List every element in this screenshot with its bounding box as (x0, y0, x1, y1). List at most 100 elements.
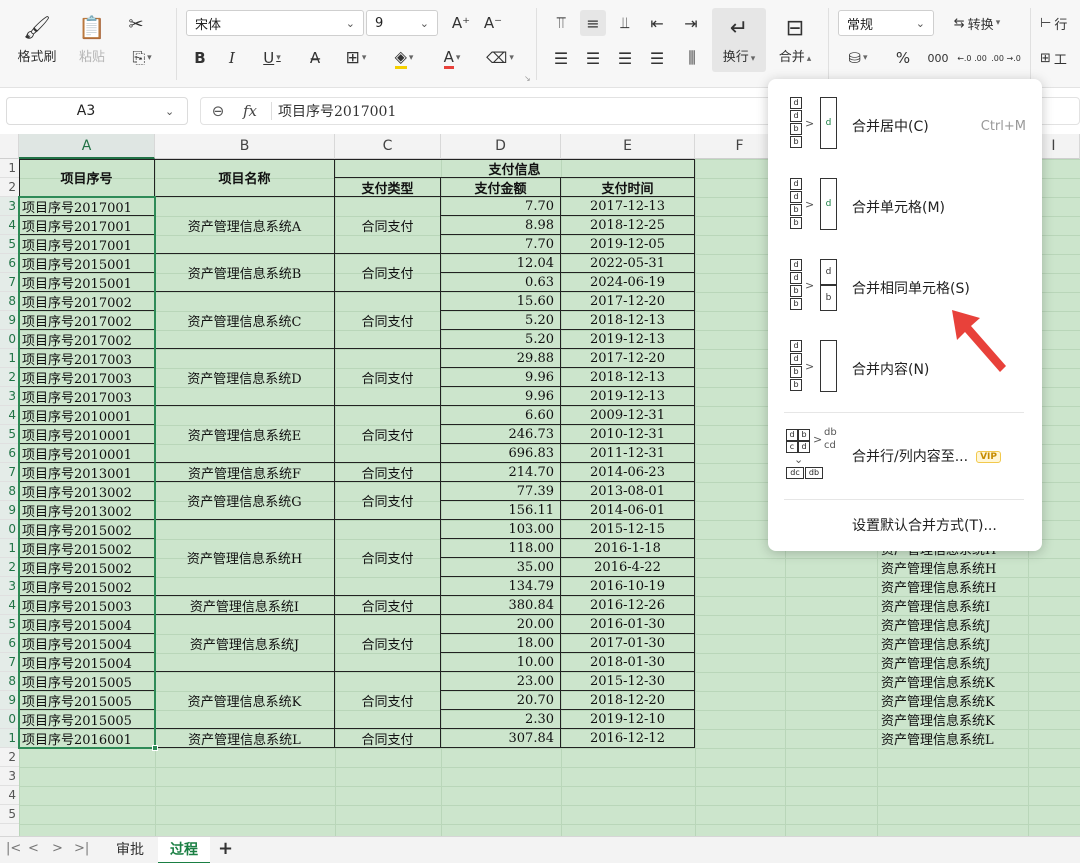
merged-cell[interactable]: 资产管理信息系统J (155, 615, 335, 672)
table-cell[interactable]: 23.00 (441, 672, 561, 691)
menu-item-merge-center[interactable]: d d b b > d 合并居中(C) Ctrl+M (768, 93, 1042, 159)
table-cell[interactable]: 2018-12-20 (561, 691, 695, 710)
strikethrough-button[interactable]: A̶ (300, 44, 330, 72)
paste-button[interactable]: 📋 粘贴 (66, 10, 118, 70)
decrease-indent-button[interactable]: ⇤ (644, 10, 670, 36)
row-header[interactable]: 5 (0, 805, 19, 824)
table-cell[interactable]: 项目序号2015005 (19, 691, 155, 710)
number-format-select[interactable]: 常规 ⌄ (838, 10, 934, 36)
row-header[interactable]: 8 (0, 482, 19, 501)
row-header[interactable]: 3 (0, 767, 19, 786)
row-header[interactable]: 4 (0, 786, 19, 805)
merged-cell[interactable]: 合同支付 (335, 596, 441, 615)
table-cell[interactable]: 2010-12-31 (561, 425, 695, 444)
tab-shenpi[interactable]: 审批 (104, 837, 156, 863)
header-cell[interactable]: 支付时间 (561, 178, 695, 197)
table-cell[interactable]: 资产管理信息系统K (878, 691, 1028, 710)
table-cell[interactable]: 2016-1-18 (561, 539, 695, 558)
merged-cell[interactable]: 合同支付 (335, 615, 441, 672)
merged-cell[interactable]: 资产管理信息系统B (155, 254, 335, 292)
row-header[interactable]: 6 (0, 634, 19, 653)
table-cell[interactable]: 134.79 (441, 577, 561, 596)
align-center-button[interactable]: ☰ (580, 44, 606, 72)
row-header[interactable]: 2 (0, 178, 19, 197)
merge-button[interactable]: ⊟ 合并 ▴ (768, 8, 822, 72)
table-cell[interactable]: 资产管理信息系统K (878, 672, 1028, 691)
table-cell[interactable]: 资产管理信息系统H (878, 558, 1028, 577)
table-cell[interactable]: 156.11 (441, 501, 561, 520)
justify-button[interactable]: ☰ (644, 44, 670, 72)
row-col-button[interactable]: ⊢ 行 (1040, 10, 1080, 36)
header-cell[interactable]: 项目序号 (19, 159, 155, 197)
table-cell[interactable]: 2016-12-26 (561, 596, 695, 615)
row-header[interactable]: 1 (0, 539, 19, 558)
table-cell[interactable]: 2024-06-19 (561, 273, 695, 292)
row-header[interactable]: 0 (0, 710, 19, 729)
merged-cell[interactable]: 资产管理信息系统G (155, 482, 335, 520)
row-header[interactable]: 8 (0, 292, 19, 311)
table-cell[interactable]: 9.96 (441, 368, 561, 387)
worksheet-button[interactable]: ⊞ 工 (1040, 44, 1080, 72)
table-cell[interactable]: 项目序号2017001 (19, 216, 155, 235)
align-left-button[interactable]: ☰ (548, 44, 574, 72)
table-cell[interactable]: 项目序号2017002 (19, 292, 155, 311)
merged-cell[interactable]: 资产管理信息系统A (155, 197, 335, 254)
merged-cell[interactable]: 合同支付 (335, 482, 441, 520)
row-header[interactable]: 2 (0, 558, 19, 577)
table-cell[interactable]: 696.83 (441, 444, 561, 463)
table-cell[interactable]: 2018-01-30 (561, 653, 695, 672)
table-cell[interactable]: 77.39 (441, 482, 561, 501)
table-cell[interactable]: 资产管理信息系统I (878, 596, 1028, 615)
select-all-corner[interactable] (0, 134, 19, 159)
table-cell[interactable]: 项目序号2015004 (19, 653, 155, 672)
table-cell[interactable]: 2016-4-22 (561, 558, 695, 577)
merged-cell[interactable]: 资产管理信息系统F (155, 463, 335, 482)
decrease-font-button[interactable]: A⁻ (478, 10, 508, 36)
table-cell[interactable]: 项目序号2013001 (19, 463, 155, 482)
table-cell[interactable]: 12.04 (441, 254, 561, 273)
menu-item-merge-rowcol[interactable]: d b c d > db cd ⌄ dc db 合并行/列内容至... VIP (768, 423, 1042, 489)
table-cell[interactable]: 2019-12-13 (561, 387, 695, 406)
font-color-button[interactable]: A ▾ (432, 44, 472, 72)
column-header[interactable]: A (19, 134, 155, 159)
table-cell[interactable]: 2018-12-13 (561, 368, 695, 387)
row-header[interactable]: 4 (0, 216, 19, 235)
table-cell[interactable]: 118.00 (441, 539, 561, 558)
row-header[interactable]: 8 (0, 672, 19, 691)
table-cell[interactable]: 项目序号2015004 (19, 615, 155, 634)
table-cell[interactable]: 0.63 (441, 273, 561, 292)
formula-content[interactable]: 项目序号2017001 (278, 101, 396, 121)
function-icon[interactable]: fx (235, 102, 265, 120)
copy-button[interactable]: ⎘ ▾ (120, 44, 164, 72)
column-header[interactable]: E (561, 134, 695, 159)
merged-cell[interactable]: 合同支付 (335, 463, 441, 482)
thousands-button[interactable]: 000 (924, 44, 952, 72)
header-cell[interactable]: 项目名称 (155, 159, 335, 197)
row-header[interactable]: 3 (0, 577, 19, 596)
table-cell[interactable]: 18.00 (441, 634, 561, 653)
table-cell[interactable]: 2017-12-13 (561, 197, 695, 216)
italic-button[interactable]: I (220, 44, 244, 72)
row-header[interactable]: 3 (0, 387, 19, 406)
table-cell[interactable]: 35.00 (441, 558, 561, 577)
table-cell[interactable]: 15.60 (441, 292, 561, 311)
row-header[interactable]: 5 (0, 235, 19, 254)
merged-cell[interactable]: 合同支付 (335, 254, 441, 292)
tab-guocheng[interactable]: 过程 (158, 837, 210, 863)
row-header[interactable]: 9 (0, 501, 19, 520)
table-cell[interactable]: 项目序号2013002 (19, 482, 155, 501)
row-header[interactable]: 9 (0, 691, 19, 710)
currency-button[interactable]: ⛁ ▾ (840, 44, 876, 72)
percent-button[interactable]: % (890, 44, 916, 72)
table-cell[interactable]: 2016-10-19 (561, 577, 695, 596)
merged-cell[interactable]: 合同支付 (335, 672, 441, 729)
table-cell[interactable]: 380.84 (441, 596, 561, 615)
bold-button[interactable]: B (188, 44, 212, 72)
row-header[interactable]: 1 (0, 729, 19, 748)
table-cell[interactable]: 2019-12-10 (561, 710, 695, 729)
table-cell[interactable]: 项目序号2015003 (19, 596, 155, 615)
merged-cell[interactable]: 合同支付 (335, 349, 441, 406)
table-cell[interactable]: 资产管理信息系统L (878, 729, 1028, 748)
table-cell[interactable]: 项目序号2015005 (19, 710, 155, 729)
table-cell[interactable]: 项目序号2015005 (19, 672, 155, 691)
